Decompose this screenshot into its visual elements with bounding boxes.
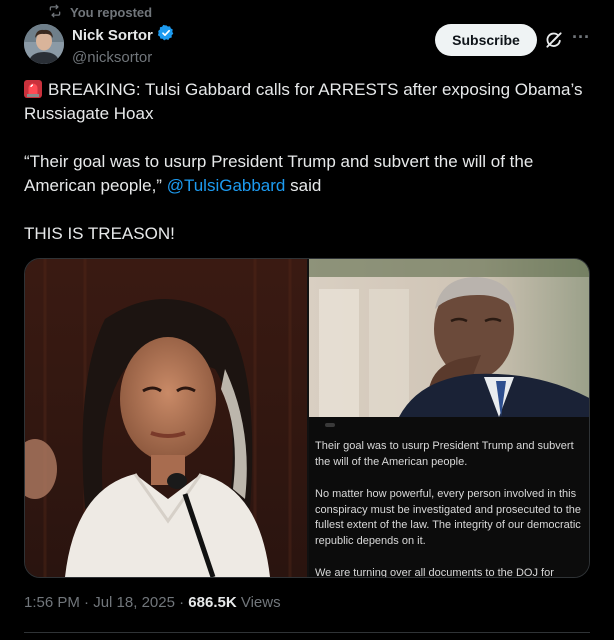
tweet-line-2: “Their goal was to usurp President Trump…	[24, 150, 594, 198]
avatar[interactable]	[24, 24, 64, 64]
tweet-meta: 1:56 PM · Jul 18, 2025 · 686.5K Views	[24, 594, 281, 611]
statement-image[interactable]: Their goal was to usurp President Trump …	[309, 417, 589, 577]
meta-separator: ·	[84, 594, 90, 611]
views-label: Views	[240, 594, 281, 611]
repost-icon	[48, 4, 62, 21]
subscribe-button[interactable]: Subscribe	[435, 24, 537, 56]
grok-icon[interactable]	[544, 30, 564, 50]
tweet-line-3: THIS IS TREASON!	[24, 224, 175, 243]
repost-indicator: You reposted	[48, 4, 152, 21]
gabbard-photo[interactable]	[25, 259, 307, 577]
statement-paragraph-1: Their goal was to usurp President Trump …	[315, 440, 574, 468]
handle[interactable]: @nicksortor	[72, 49, 175, 66]
verified-badge-icon	[157, 24, 175, 47]
meta-separator: ·	[179, 594, 185, 611]
statement-paragraph-2: No matter how powerful, every person inv…	[315, 488, 581, 547]
tweet-text-breaking: BREAKING: Tulsi Gabbard calls for ARREST…	[24, 80, 583, 123]
tweet-time[interactable]: 1:56 PM	[24, 594, 80, 611]
more-options-icon[interactable]: ···	[572, 28, 590, 50]
tweet-date[interactable]: Jul 18, 2025	[93, 594, 175, 611]
divider	[24, 632, 590, 633]
media-attachment[interactable]: Their goal was to usurp President Trump …	[24, 258, 590, 578]
siren-icon	[24, 80, 42, 98]
mention-link[interactable]: @TulsiGabbard	[167, 176, 286, 195]
tweet-said: said	[290, 176, 322, 195]
display-name[interactable]: Nick Sortor	[72, 27, 153, 44]
tweet-line-1: BREAKING: Tulsi Gabbard calls for ARREST…	[24, 78, 594, 126]
views-count: 686.5K	[188, 594, 237, 611]
repost-label: You reposted	[70, 5, 153, 20]
statement-handle-bar	[325, 423, 335, 427]
author-block[interactable]: Nick Sortor @nicksortor	[72, 24, 175, 66]
statement-paragraph-3: We are turning over all documents to the…	[315, 567, 554, 577]
obama-photo[interactable]	[309, 259, 589, 417]
